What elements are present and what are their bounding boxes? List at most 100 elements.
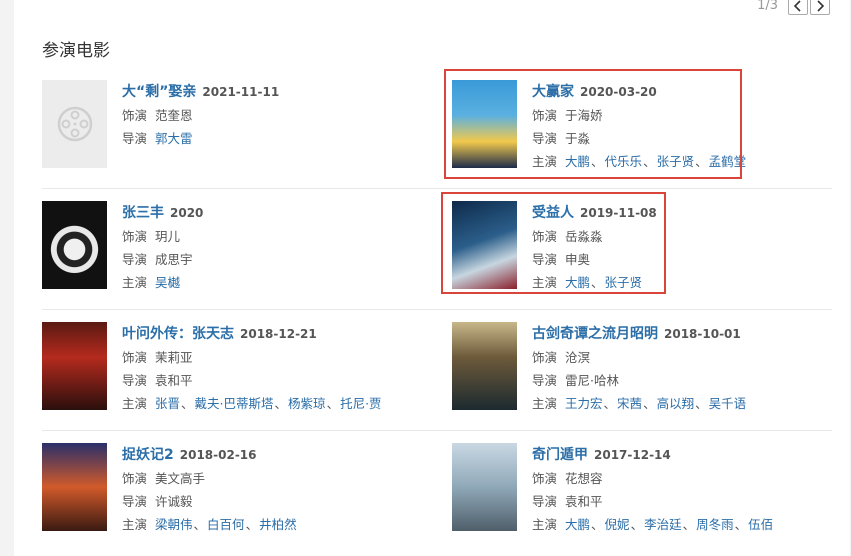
movie-row: 张三丰 2020 饰演 玥儿 导演 成思宇 主演 吴樾 受益人 2019-11-08 饰演 岳淼淼导… — [42, 189, 832, 310]
section-title: 参演电影 — [42, 41, 110, 61]
stars-line: 主演 大鹏、倪妮、李治廷、周冬雨、伍佰 — [532, 513, 832, 536]
movie-title-link[interactable]: 古剑奇谭之流月昭明 — [532, 326, 658, 342]
role-label: 饰演 — [122, 350, 148, 365]
highlight-box — [441, 192, 666, 294]
director-line: 导演 成思宇 — [122, 248, 422, 271]
role-value: 范奎恩 — [155, 108, 193, 123]
movie-info: 叶问外传：张天志 2018-12-21 饰演 茉莉亚 导演 袁和平 主演 张晋、戴夫·巴蒂斯塔… — [122, 324, 422, 415]
director-label: 导演 — [532, 373, 558, 388]
star-link[interactable]: 周冬雨 — [696, 517, 734, 532]
movie-item: 奇门遁甲 2017-12-14 饰演 花想容 导演 袁和平 主演 大鹏、倪妮、李治廷、周冬雨、… — [452, 443, 832, 543]
movie-item: 叶问外传：张天志 2018-12-21 饰演 茉莉亚 导演 袁和平 主演 张晋、戴夫·巴蒂斯塔… — [42, 322, 422, 422]
stars-label: 主演 — [532, 396, 558, 411]
separator: 、 — [603, 396, 617, 411]
star-link[interactable]: 戴夫·巴蒂斯塔 — [195, 396, 274, 411]
movie-poster[interactable] — [452, 443, 517, 531]
movie-item: 张三丰 2020 饰演 玥儿 导演 成思宇 主演 吴樾 — [42, 201, 422, 301]
director-link[interactable]: 郭大雷 — [155, 131, 193, 146]
movie-title-line: 奇门遁甲 2017-12-14 — [532, 445, 832, 467]
movie-title-link[interactable]: 奇门遁甲 — [532, 447, 588, 463]
role-line: 饰演 茉莉亚 — [122, 346, 422, 369]
movie-title-line: 古剑奇谭之流月昭明 2018-10-01 — [532, 324, 832, 346]
chevron-left-icon — [793, 0, 801, 12]
director-label: 导演 — [122, 252, 148, 267]
role-value: 沧溟 — [565, 350, 591, 365]
movie-title-line: 叶问外传：张天志 2018-12-21 — [122, 324, 422, 346]
separator: 、 — [245, 517, 259, 532]
role-label: 饰演 — [122, 229, 148, 244]
star-link[interactable]: 托尼·贾 — [340, 396, 381, 411]
movie-poster[interactable] — [42, 201, 107, 289]
role-value: 茉莉亚 — [155, 350, 193, 365]
director-name: 袁和平 — [565, 494, 603, 509]
movie-title-link[interactable]: 捉妖记2 — [122, 447, 174, 463]
movie-title-line: 张三丰 2020 — [122, 203, 422, 225]
star-link[interactable]: 宋茜 — [617, 396, 642, 411]
role-value: 花想容 — [565, 471, 603, 486]
star-link[interactable]: 吴樾 — [155, 275, 180, 290]
star-link[interactable]: 吴千语 — [709, 396, 747, 411]
movie-poster[interactable] — [452, 322, 517, 410]
director-label: 导演 — [122, 131, 148, 146]
release-date: 2021-11-11 — [202, 85, 280, 99]
star-link[interactable]: 大鹏 — [565, 517, 590, 532]
director-name: 成思宇 — [155, 252, 193, 267]
release-date: 2017-12-14 — [594, 448, 671, 462]
next-page-button[interactable] — [810, 0, 830, 15]
role-label: 饰演 — [532, 350, 558, 365]
movie-title-link[interactable]: 张三丰 — [122, 205, 164, 221]
star-link[interactable]: 李治廷 — [644, 517, 682, 532]
director-line: 导演 许诚毅 — [122, 490, 422, 513]
star-link[interactable]: 张晋 — [155, 396, 180, 411]
role-line: 饰演 花想容 — [532, 467, 832, 490]
director-label: 导演 — [532, 494, 558, 509]
star-link[interactable]: 杨紫琼 — [288, 396, 326, 411]
separator: 、 — [695, 396, 708, 411]
director-line: 导演 雷尼·哈林 — [532, 369, 832, 392]
prev-page-button[interactable] — [788, 0, 808, 15]
stars-line: 主演 梁朝伟、白百何、井柏然 — [122, 513, 422, 536]
role-label: 饰演 — [122, 108, 148, 123]
stars-label: 主演 — [532, 517, 558, 532]
separator: 、 — [643, 396, 656, 411]
separator: 、 — [274, 396, 288, 411]
star-link[interactable]: 梁朝伟 — [155, 517, 193, 532]
highlight-box — [444, 69, 742, 179]
release-date: 2020 — [170, 206, 204, 220]
role-line: 饰演 玥儿 — [122, 225, 422, 248]
movie-title-link[interactable]: 叶问外传：张天志 — [122, 326, 234, 342]
stars-line: 主演 王力宏、宋茜、高以翔、吴千语 — [532, 392, 832, 415]
movie-item: 大“剩”娶亲 2021-11-11 饰演 范奎恩 导演 郭大雷 — [42, 80, 422, 180]
movie-poster[interactable] — [42, 443, 107, 531]
stars-label: 主演 — [122, 517, 148, 532]
pager: 1/3 — [757, 0, 830, 15]
release-date: 2018-02-16 — [179, 448, 257, 462]
separator: 、 — [734, 517, 748, 532]
stars-label: 主演 — [122, 396, 148, 411]
separator: 、 — [326, 396, 340, 411]
star-link[interactable]: 伍佰 — [748, 517, 773, 532]
filmography-panel: 1/3 参演电影 大“剩”娶亲 2021-11-11 饰演 范奎恩 导演 郭大雷 大赢家 2… — [14, 0, 850, 556]
role-value: 玥儿 — [155, 229, 181, 244]
star-link[interactable]: 高以翔 — [657, 396, 695, 411]
star-link[interactable]: 王力宏 — [565, 396, 603, 411]
movie-info: 大“剩”娶亲 2021-11-11 饰演 范奎恩 导演 郭大雷 — [122, 82, 422, 150]
movie-poster[interactable] — [42, 322, 107, 410]
separator: 、 — [682, 517, 696, 532]
role-value: 美文高手 — [155, 471, 206, 486]
movie-info: 捉妖记2 2018-02-16 饰演 美文高手 导演 许诚毅 主演 梁朝伟、白百何、井柏然 — [122, 445, 422, 536]
role-line: 饰演 美文高手 — [122, 467, 422, 490]
separator: 、 — [181, 396, 194, 411]
role-line: 饰演 范奎恩 — [122, 104, 422, 127]
movie-title-link[interactable]: 大“剩”娶亲 — [122, 84, 196, 100]
movie-info: 张三丰 2020 饰演 玥儿 导演 成思宇 主演 吴樾 — [122, 203, 422, 294]
star-link[interactable]: 倪妮 — [605, 517, 630, 532]
separator: 、 — [630, 517, 644, 532]
star-link[interactable]: 白百何 — [207, 517, 245, 532]
role-label: 饰演 — [122, 471, 148, 486]
director-line: 导演 袁和平 — [122, 369, 422, 392]
star-link[interactable]: 井柏然 — [259, 517, 297, 532]
role-label: 饰演 — [532, 471, 558, 486]
page-indicator: 1/3 — [757, 0, 778, 13]
movie-poster[interactable] — [42, 80, 107, 168]
